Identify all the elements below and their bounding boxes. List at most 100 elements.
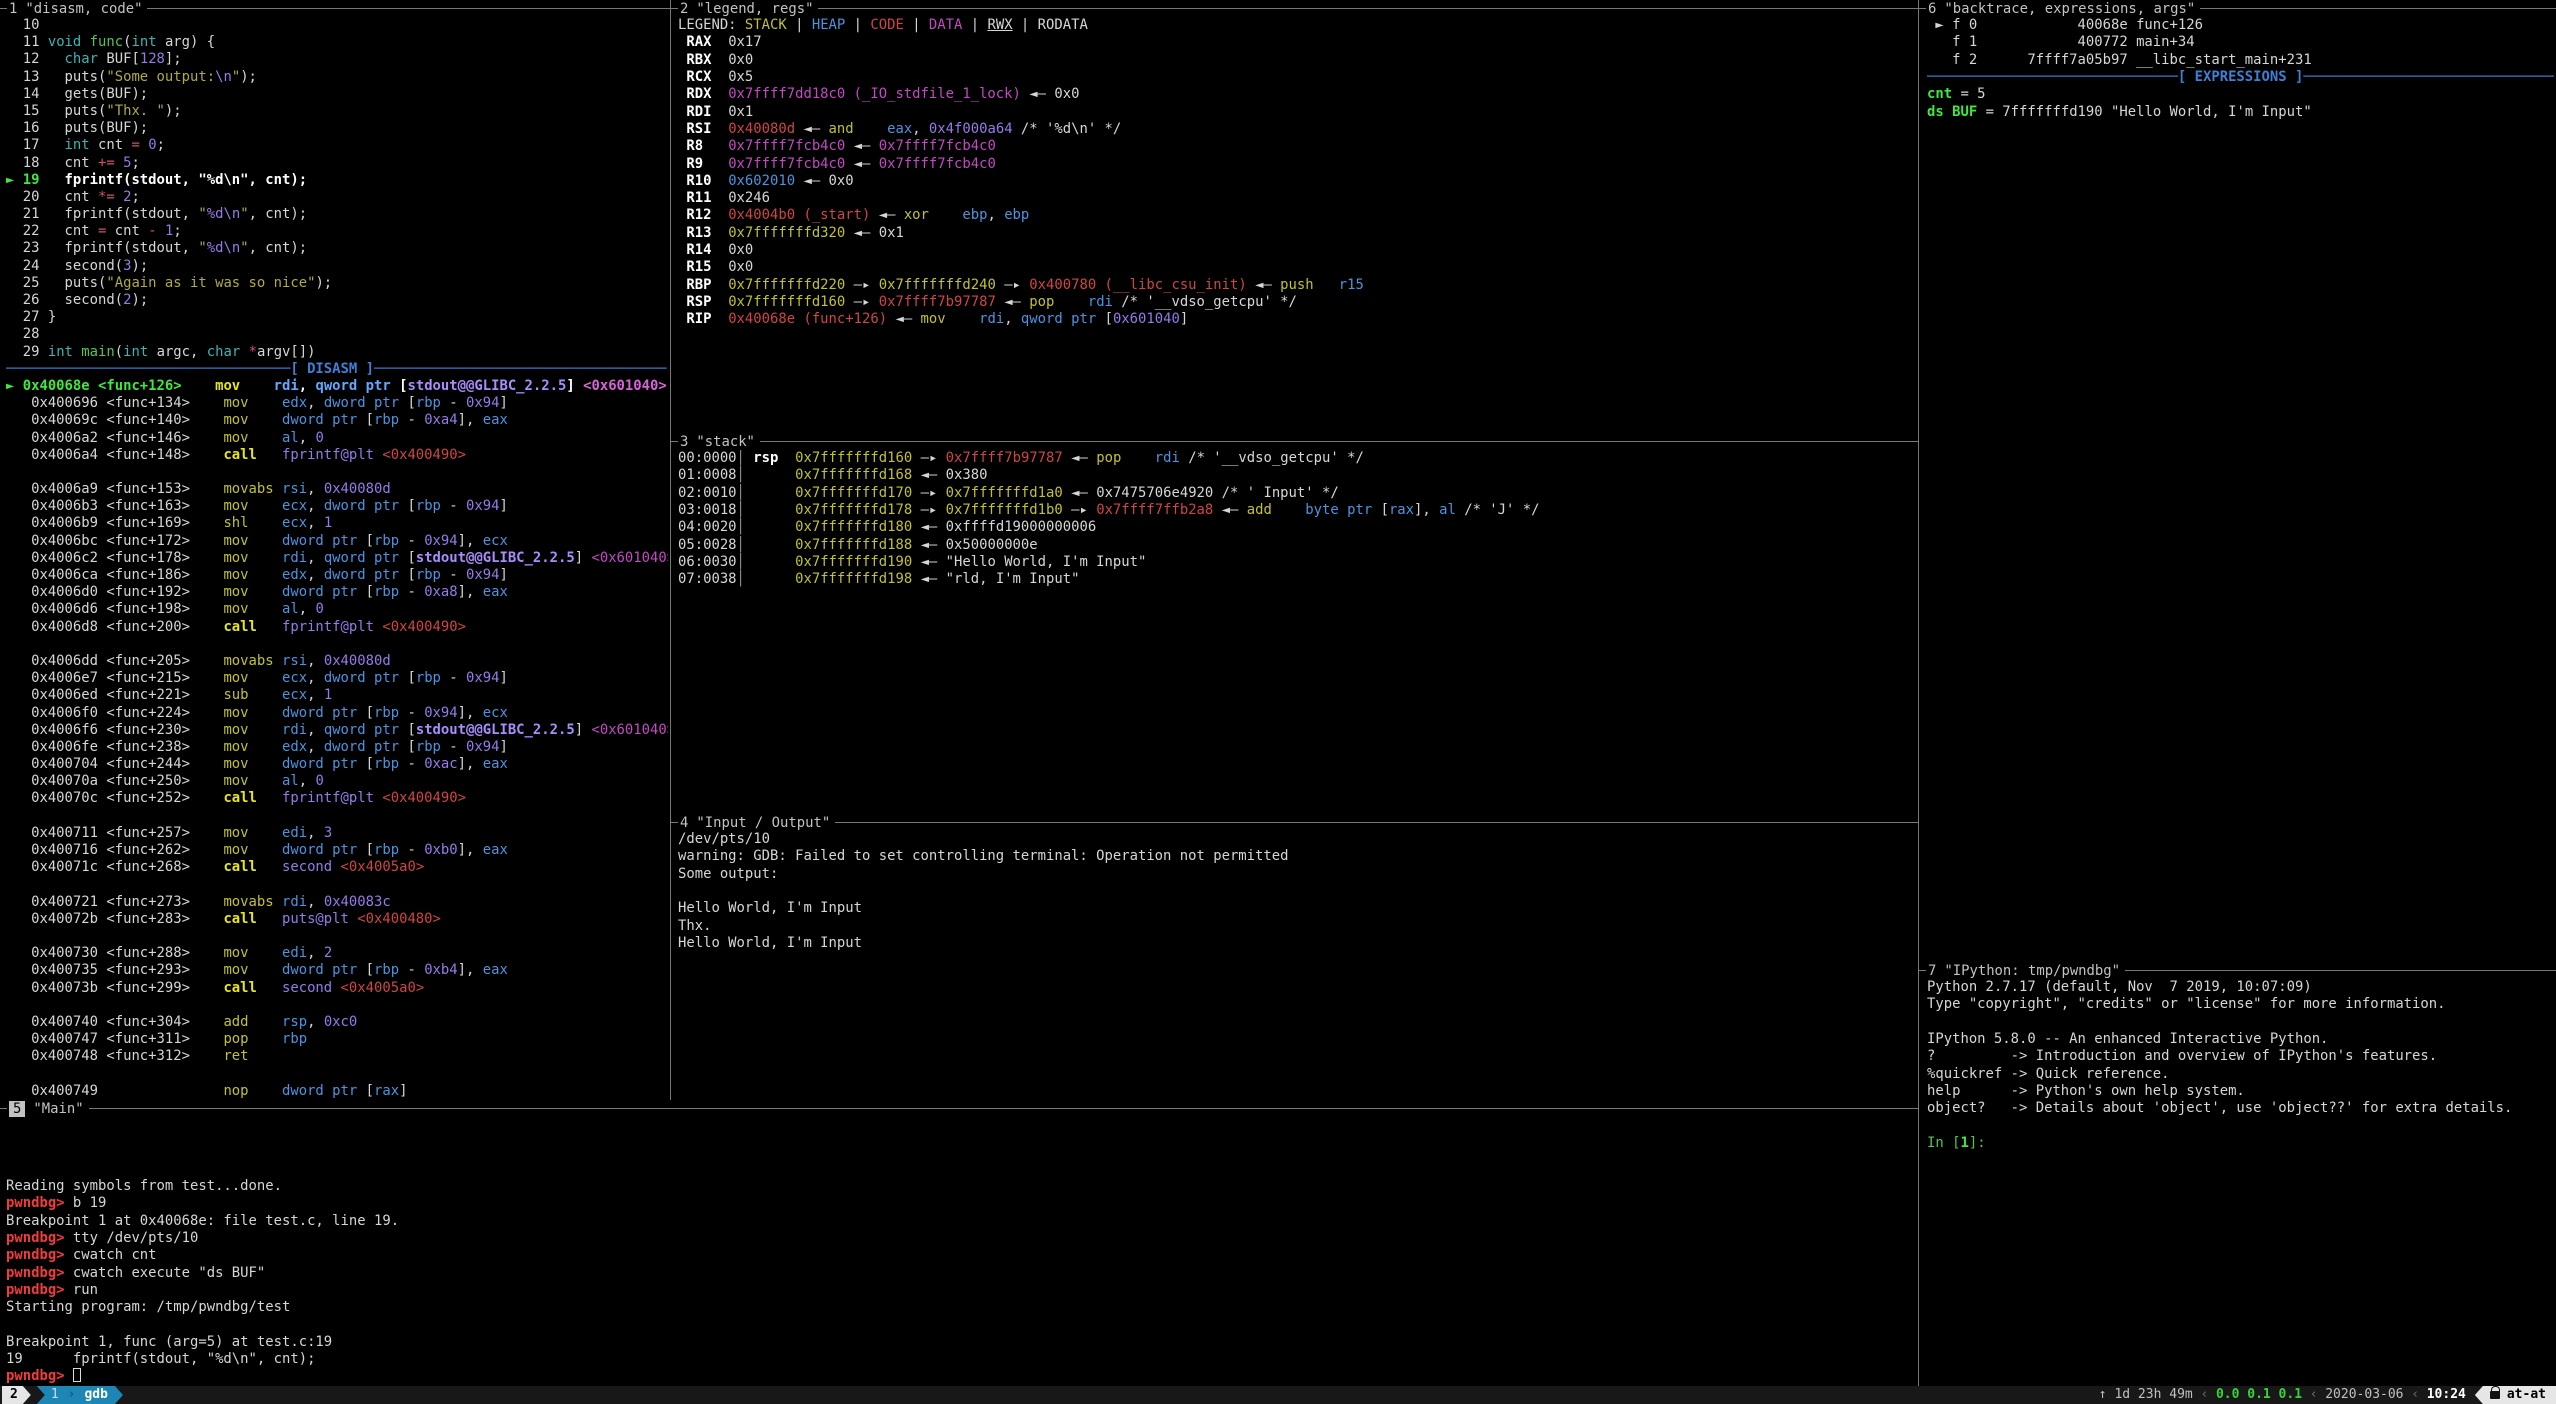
terminal-line: pwndbg> tty /dev/pts/10 xyxy=(6,1230,1914,1247)
terminal-line: ► 0x40068e <func+126> mov rdi, qword ptr… xyxy=(6,378,668,395)
terminal-line: Starting program: /tmp/pwndbg/test xyxy=(6,1299,1914,1316)
terminal-line: Breakpoint 1, func (arg=5) at test.c:19 xyxy=(6,1334,1914,1351)
terminal-line: 0x40071c <func+268> call second <0x4005a… xyxy=(6,859,668,876)
hostname-segment: at-at xyxy=(2475,1386,2556,1404)
input-output-pane-content[interactable]: /dev/pts/10warning: GDB: Failed to set c… xyxy=(678,831,1916,1097)
pane-name: "Input / Output" xyxy=(688,815,835,831)
terminal-line: object? -> Details about 'object', use '… xyxy=(1927,1100,2554,1117)
terminal-line: 04:0020│ 0x7fffffffd180 ◄— 0xffffd190000… xyxy=(678,519,1916,536)
terminal-line: ds BUF = 7fffffffd190 "Hello World, I'm … xyxy=(1927,104,2554,121)
terminal-line: 19 fprintf(stdout, "%d\n", cnt); xyxy=(6,1351,1914,1368)
pane-name: "disasm, code" xyxy=(17,1,147,17)
active-window-tab[interactable]: 1 › gdb xyxy=(37,1386,123,1404)
pane-divider-vertical-left[interactable] xyxy=(670,0,671,1100)
terminal-line: RBX 0x0 xyxy=(678,52,1916,69)
terminal-line: R13 0x7fffffffd320 ◄— 0x1 xyxy=(678,225,1916,242)
terminal-line: 0x400716 <func+262> mov dword ptr [rbp -… xyxy=(6,842,668,859)
window-index-segment[interactable]: 2 xyxy=(2,1386,31,1404)
terminal-line: 0x40070a <func+250> mov al, 0 xyxy=(6,773,668,790)
terminal-line: RDX 0x7ffff7dd18c0 (_IO_stdfile_1_lock) … xyxy=(678,86,1916,103)
border-line xyxy=(835,822,1918,823)
terminal-line: 0x4006f0 <func+224> mov dword ptr [rbp -… xyxy=(6,705,668,722)
terminal-line: R12 0x4004b0 (_start) ◄— xor ebp, ebp xyxy=(678,207,1916,224)
terminal-cursor[interactable] xyxy=(73,1368,81,1382)
legend-regs-pane-content[interactable]: LEGEND: STACK | HEAP | CODE | DATA | RWX… xyxy=(678,17,1916,432)
terminal-line: Hello World, I'm Input xyxy=(678,900,1916,917)
border-line xyxy=(818,8,1918,9)
terminal-line: pwndbg> cwatch cnt xyxy=(6,1247,1914,1264)
terminal-line: 0x400749 nop dword ptr [rax] xyxy=(6,1083,668,1099)
terminal-line: 0x4006a2 <func+146> mov al, 0 xyxy=(6,430,668,447)
disasm-code-pane-content[interactable]: 10 11 void func(int arg) { 12 char BUF[1… xyxy=(6,17,668,1099)
terminal-line: IPython 5.8.0 -- An enhanced Interactive… xyxy=(1927,1031,2554,1048)
terminal-line: /dev/pts/10 xyxy=(678,831,1916,848)
border-line xyxy=(89,1108,1918,1109)
terminal-line: 02:0010│ 0x7fffffffd170 —▸ 0x7fffffffd1a… xyxy=(678,485,1916,502)
terminal-line: ──────────────────────────────[ EXPRESSI… xyxy=(1927,69,2554,86)
terminal-line: 17 int cnt = 0; xyxy=(6,137,668,154)
terminal-line: ──────────────────────────────────[ DISA… xyxy=(6,361,668,378)
tmux-pwndbg-screen: { "panes": { "p1": { "num": "1", "name":… xyxy=(0,0,2556,1404)
terminal-line: f 2 7ffff7a05b97 __libc_start_main+231 xyxy=(1927,52,2554,69)
terminal-line: 0x400740 <func+304> add rsp, 0xc0 xyxy=(6,1014,668,1031)
terminal-line: 0x4006c2 <func+178> mov rdi, qword ptr [… xyxy=(6,550,668,567)
stack-pane-content[interactable]: 00:0000│ rsp 0x7fffffffd160 —▸ 0x7ffff7b… xyxy=(678,450,1916,810)
terminal-line: 0x400696 <func+134> mov edx, dword ptr [… xyxy=(6,395,668,412)
terminal-line: 15 puts("Thx. "); xyxy=(6,103,668,120)
backtrace-expressions-pane-content[interactable]: ► f 0 40068e func+126 f 1 400772 main+34… xyxy=(1927,17,2554,957)
terminal-line: 0x4006f6 <func+230> mov rdi, qword ptr [… xyxy=(6,722,668,739)
terminal-line: RSI 0x40080d ◄— and eax, 0x4f000a64 /* '… xyxy=(678,121,1916,138)
pane-title-ipython: 7"IPython: tmp/pwndbg" xyxy=(1919,962,2556,979)
ipython-pane-content[interactable]: Python 2.7.17 (default, Nov 7 2019, 10:0… xyxy=(1927,979,2554,1384)
pane-divider-vertical-right[interactable] xyxy=(1918,0,1919,1386)
pane-title-input-output: 4"Input / Output" xyxy=(671,814,1918,831)
pane-number: 2 xyxy=(678,1,688,17)
terminal-line: %quickref -> Quick reference. xyxy=(1927,1066,2554,1083)
terminal-line: f 1 400772 main+34 xyxy=(1927,34,2554,51)
terminal-line: 03:0018│ 0x7fffffffd178 —▸ 0x7fffffffd1b… xyxy=(678,502,1916,519)
lock-icon xyxy=(2490,1391,2500,1399)
terminal-line: R8 0x7ffff7fcb4c0 ◄— 0x7ffff7fcb4c0 xyxy=(678,138,1916,155)
terminal-line: 0x4006fe <func+238> mov edx, dword ptr [… xyxy=(6,739,668,756)
terminal-line: 22 cnt = cnt - 1; xyxy=(6,223,668,240)
terminal-line xyxy=(6,876,668,893)
terminal-line: 0x4006d8 <func+200> call fprintf@plt <0x… xyxy=(6,619,668,636)
terminal-line: 0x400730 <func+288> mov edi, 2 xyxy=(6,945,668,962)
load-average: 0.0 0.1 0.1 xyxy=(2216,1386,2302,1404)
terminal-line: R9 0x7ffff7fcb4c0 ◄— 0x7ffff7fcb4c0 xyxy=(678,156,1916,173)
date: 2020-03-06 xyxy=(2325,1386,2403,1404)
terminal-line: 0x40072b <func+283> call puts@plt <0x400… xyxy=(6,911,668,928)
terminal-line: RAX 0x17 xyxy=(678,34,1916,51)
pane-number: 6 xyxy=(1926,1,1936,17)
terminal-line xyxy=(1927,1014,2554,1031)
chevron-left-icon: ‹ xyxy=(2404,1386,2427,1404)
terminal-line: ► 19 fprintf(stdout, "%d\n", cnt); xyxy=(6,172,668,189)
terminal-line: 0x4006ca <func+186> mov edx, dword ptr [… xyxy=(6,567,668,584)
border-line xyxy=(671,8,678,9)
pane-name: "stack" xyxy=(688,434,760,450)
border-line xyxy=(0,8,7,9)
terminal-line xyxy=(6,808,668,825)
terminal-line: 0x4006ed <func+221> sub ecx, 1 xyxy=(6,687,668,704)
chevron-right-icon: › xyxy=(59,1386,85,1404)
chevron-left-icon: ‹ xyxy=(2302,1386,2325,1404)
pane-number: 4 xyxy=(678,815,688,831)
hostname: at-at xyxy=(2507,1386,2546,1404)
terminal-line: In [1]: xyxy=(1927,1135,2554,1152)
pane-name: "IPython: tmp/pwndbg" xyxy=(1936,963,2125,979)
terminal-line: 13 puts("Some output:\n"); xyxy=(6,69,668,86)
terminal-line: pwndbg> b 19 xyxy=(6,1195,1914,1212)
terminal-line xyxy=(6,636,668,653)
terminal-line: pwndbg> run xyxy=(6,1282,1914,1299)
terminal-line: 24 second(3); xyxy=(6,258,668,275)
terminal-line: 0x4006d6 <func+198> mov al, 0 xyxy=(6,601,668,618)
window-name: gdb xyxy=(84,1386,107,1404)
pane-number: 7 xyxy=(1926,963,1936,979)
terminal-line: Reading symbols from test...done. xyxy=(6,1178,1914,1195)
terminal-line: 0x4006a9 <func+153> movabs rsi, 0x40080d xyxy=(6,481,668,498)
terminal-line: 0x4006e7 <func+215> mov ecx, dword ptr [… xyxy=(6,670,668,687)
pane-number-active: 5 xyxy=(9,1101,25,1117)
border-line xyxy=(671,822,678,823)
gdb-main-pane-content[interactable]: Reading symbols from test...done.pwndbg>… xyxy=(6,1178,1914,1386)
terminal-line: 06:0030│ 0x7fffffffd190 ◄— "Hello World,… xyxy=(678,554,1916,571)
